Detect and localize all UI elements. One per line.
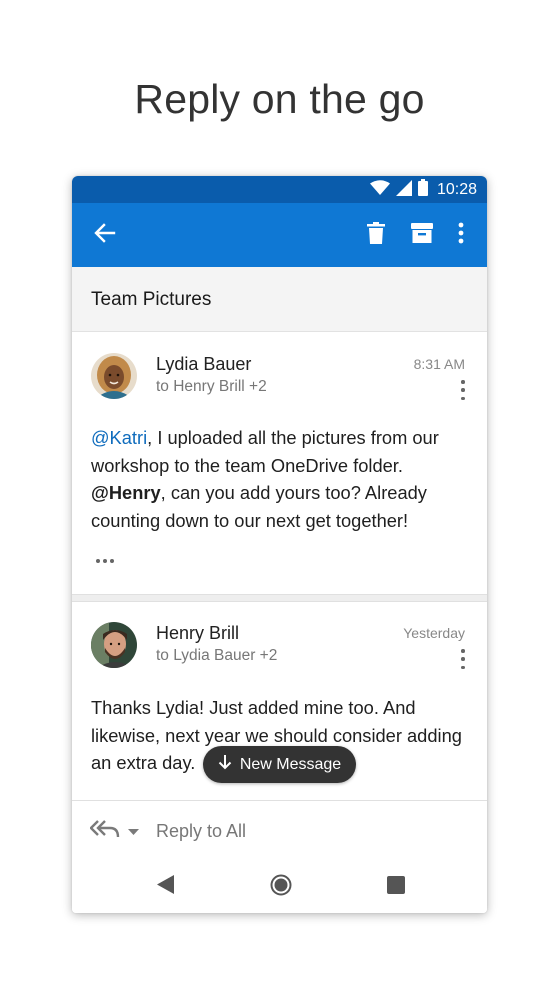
system-nav-bar — [72, 864, 487, 913]
delete-button[interactable] — [358, 217, 394, 253]
status-icons: 10:28 — [369, 179, 477, 201]
nav-back-button[interactable] — [150, 872, 180, 902]
wifi-icon — [369, 179, 390, 201]
back-button[interactable] — [87, 217, 123, 253]
status-bar: 10:28 — [72, 176, 487, 203]
reply-bar: Reply to All — [72, 800, 487, 864]
reply-all-icon — [89, 819, 120, 844]
app-bar — [72, 203, 487, 267]
message-time: Yesterday — [403, 625, 465, 641]
dropdown-caret-icon — [128, 823, 139, 841]
archive-icon — [411, 222, 433, 248]
status-time: 10:28 — [436, 181, 477, 198]
sender-name: Henry Brill — [156, 623, 240, 643]
cellular-signal-icon — [395, 179, 412, 201]
nav-recents-button[interactable] — [381, 872, 411, 902]
page-headline: Reply on the go — [134, 76, 425, 122]
mention-henry[interactable]: @Henry — [91, 482, 161, 503]
battery-icon — [417, 179, 428, 201]
phone-screen: 10:28 Team Pictures Lydia Bauer to Henry… — [72, 176, 487, 913]
thread-subject: Team Pictures — [91, 289, 212, 310]
more-options-icon — [458, 222, 464, 249]
avatar — [91, 622, 137, 668]
subject-header: Team Pictures — [72, 267, 487, 332]
recipients-line: to Henry Brill +2 — [156, 378, 267, 395]
nav-home-button[interactable] — [266, 872, 296, 902]
arrow-down-icon — [218, 754, 232, 775]
archive-button[interactable] — [404, 217, 440, 253]
message-item[interactable]: Lydia Bauer to Henry Brill +2 8:31 AM @K… — [72, 332, 487, 594]
more-options-button[interactable] — [443, 217, 479, 253]
message-more-icon[interactable] — [456, 380, 470, 400]
new-message-button[interactable]: New Message — [203, 746, 356, 783]
reply-to-all-field[interactable]: Reply to All — [156, 821, 246, 842]
delete-icon — [367, 221, 385, 249]
new-message-label: New Message — [239, 755, 342, 773]
message-time: 8:31 AM — [413, 356, 465, 372]
message-divider — [72, 594, 487, 602]
back-arrow-icon — [94, 222, 116, 248]
avatar — [91, 353, 137, 399]
show-quoted-text-button[interactable] — [96, 559, 114, 563]
message-body: @Katri, I uploaded all the pictures from… — [91, 424, 471, 534]
back-triangle-icon — [156, 875, 174, 899]
reply-options-button[interactable] — [89, 819, 139, 844]
sender-name: Lydia Bauer — [156, 354, 252, 374]
recents-square-icon — [387, 875, 405, 899]
recipients-line: to Lydia Bauer +2 — [156, 647, 278, 664]
home-circle-icon — [270, 874, 292, 901]
mention-katri[interactable]: @Katri — [91, 427, 147, 448]
message-more-icon[interactable] — [456, 649, 470, 669]
